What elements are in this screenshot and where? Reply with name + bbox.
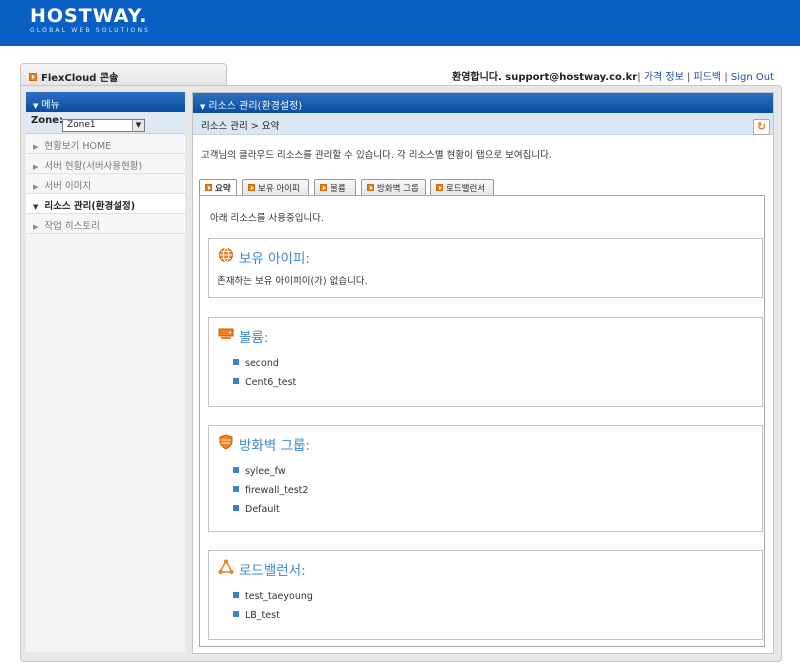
bullet-icon bbox=[233, 592, 239, 598]
pricing-link[interactable]: 가격 정보 bbox=[644, 72, 684, 83]
sidebar-item-server-status[interactable]: ▶ 서버 현황(서버사용현황) bbox=[26, 154, 185, 174]
tab-firewall-group[interactable]: 방화벽 그룹 bbox=[361, 179, 426, 195]
zone-row: Zone: Zone1 ▼ bbox=[26, 112, 185, 134]
section-title: 볼륨: bbox=[239, 330, 269, 346]
collapse-icon[interactable]: ▼ bbox=[200, 103, 205, 111]
list-item: Default bbox=[233, 504, 308, 523]
sidebar-item-label: 서버 현황(서버사용현황) bbox=[44, 161, 143, 172]
breadcrumb: 리소스 관리 > 요약 bbox=[193, 113, 773, 135]
refresh-icon: ↻ bbox=[756, 120, 767, 133]
tab-label: 로드밸런서 bbox=[446, 184, 486, 194]
bullet-icon bbox=[233, 505, 239, 511]
bullet-icon bbox=[233, 359, 239, 365]
bullet-icon bbox=[233, 611, 239, 617]
tab-content: 아래 리소스를 사용중입니다. 보유 아이피: 존재하는 보유 아이피이(가) … bbox=[199, 195, 765, 647]
tab-label: 방화벽 그룹 bbox=[377, 184, 419, 194]
list-item: LB_test bbox=[233, 610, 313, 629]
sidebar-item-task-history[interactable]: ▶ 작업 히스토리 bbox=[26, 214, 185, 234]
zone-label: Zone: bbox=[31, 115, 64, 126]
content-intro: 아래 리소스를 사용중입니다. bbox=[210, 213, 324, 224]
arrow-icon bbox=[248, 184, 255, 191]
section-volume: 볼륨: second Cent6_test bbox=[208, 317, 763, 407]
sidebar-title: 메뉴 bbox=[41, 100, 60, 111]
tab-load-balancer[interactable]: 로드밸런서 bbox=[430, 179, 494, 195]
logo-main: HOSTWAY. bbox=[30, 5, 148, 27]
sign-out-link[interactable]: Sign Out bbox=[731, 72, 774, 83]
collapse-icon[interactable]: ▼ bbox=[33, 102, 38, 110]
tab-summary[interactable]: 요약 bbox=[199, 179, 237, 196]
firewall-list: sylee_fw firewall_test2 Default bbox=[233, 466, 308, 523]
section-firewall-group: 방화벽 그룹: sylee_fw firewall_test2 Default bbox=[208, 425, 763, 532]
list-item: sylee_fw bbox=[233, 466, 308, 485]
tab-owned-ip[interactable]: 보유 아이피 bbox=[242, 179, 309, 195]
chevron-down-icon[interactable]: ▼ bbox=[132, 120, 144, 131]
triangle-right-icon: ▶ bbox=[33, 143, 39, 151]
tab-label: 요약 bbox=[215, 184, 231, 194]
triangle-right-icon: ▶ bbox=[33, 223, 39, 231]
logo-sub: GLOBAL WEB SOLUTIONS bbox=[30, 27, 151, 34]
section-title: 보유 아이피: bbox=[239, 251, 310, 267]
arrow-icon bbox=[320, 184, 327, 191]
hostway-logo[interactable]: HOSTWAY. GLOBAL WEB SOLUTIONS bbox=[30, 6, 150, 34]
sidebar-item-label: 현황보기 HOME bbox=[44, 141, 112, 152]
sidebar-header: ▼ 메뉴 bbox=[26, 92, 185, 112]
sidebar-item-label: 서버 이미지 bbox=[44, 181, 92, 192]
section-load-balancer: 로드밸런서: test_taeyoung LB_test bbox=[208, 550, 763, 640]
arrow-icon bbox=[436, 184, 443, 191]
top-links: 환영합니다. support@hostway.co.kr| 가격 정보 | 피드… bbox=[452, 72, 774, 83]
bullet-icon bbox=[233, 467, 239, 473]
refresh-button[interactable]: ↻ bbox=[753, 119, 770, 135]
empty-ip-text: 존재하는 보유 아이피이(가) 없습니다. bbox=[217, 276, 368, 287]
shield-icon bbox=[219, 434, 233, 450]
load-balancer-icon bbox=[218, 559, 234, 574]
console-tab[interactable]: FlexCloud 콘솔 bbox=[20, 63, 227, 85]
sidebar-item-label: 리소스 관리(환경설정) bbox=[44, 201, 136, 212]
main-title: 리소스 관리(환경설정) bbox=[208, 101, 303, 112]
top-header: HOSTWAY. GLOBAL WEB SOLUTIONS bbox=[0, 0, 800, 46]
triangle-right-icon: ▶ bbox=[33, 163, 39, 171]
section-owned-ip: 보유 아이피: 존재하는 보유 아이피이(가) 없습니다. bbox=[208, 238, 763, 298]
list-item: firewall_test2 bbox=[233, 485, 308, 504]
list-item: Cent6_test bbox=[233, 377, 296, 396]
sidebar-item-label: 작업 히스토리 bbox=[44, 221, 100, 232]
triangle-right-icon: ▶ bbox=[33, 183, 39, 191]
arrow-icon bbox=[29, 73, 37, 81]
sidebar-item-home[interactable]: ▶ 현황보기 HOME bbox=[26, 134, 185, 154]
arrow-icon bbox=[205, 184, 212, 191]
bullet-icon bbox=[233, 486, 239, 492]
volume-icon bbox=[218, 328, 234, 339]
console-tab-label: FlexCloud 콘솔 bbox=[41, 73, 119, 84]
triangle-down-icon: ▼ bbox=[33, 203, 39, 211]
volume-list: second Cent6_test bbox=[233, 358, 296, 396]
zone-select[interactable]: Zone1 ▼ bbox=[62, 119, 145, 132]
feedback-link[interactable]: 피드백 bbox=[694, 72, 722, 83]
welcome-text: 환영합니다. support@hostway.co.kr bbox=[452, 72, 638, 83]
tab-label: 보유 아이피 bbox=[258, 184, 300, 194]
zone-value: Zone1 bbox=[67, 120, 96, 130]
breadcrumb-text: 리소스 관리 > 요약 bbox=[201, 121, 280, 132]
list-item: test_taeyoung bbox=[233, 591, 313, 610]
main-panel: ▼ 리소스 관리(환경설정) 리소스 관리 > 요약 ↻ 고객님의 클라우드 리소… bbox=[192, 92, 774, 654]
globe-icon bbox=[219, 248, 233, 262]
sidebar-item-resource-management[interactable]: ▼ 리소스 관리(환경설정) bbox=[26, 194, 185, 214]
sidebar: ▼ 메뉴 Zone: Zone1 ▼ ▶ 현황보기 HOME ▶ 서버 현황(서버사용… bbox=[26, 92, 185, 652]
arrow-icon bbox=[367, 184, 374, 191]
load-balancer-list: test_taeyoung LB_test bbox=[233, 591, 313, 629]
page-description: 고객님의 클라우드 리소스를 관리할 수 있습니다. 각 리소스별 현황이 탭으… bbox=[201, 150, 552, 161]
tab-volume[interactable]: 볼륨 bbox=[314, 179, 356, 195]
list-item: second bbox=[233, 358, 296, 377]
sidebar-item-server-image[interactable]: ▶ 서버 이미지 bbox=[26, 174, 185, 194]
main-header: ▼ 리소스 관리(환경설정) bbox=[193, 93, 773, 113]
tab-label: 볼륨 bbox=[330, 184, 346, 194]
bullet-icon bbox=[233, 378, 239, 384]
section-title: 로드밸런서: bbox=[239, 563, 306, 579]
section-title: 방화벽 그룹: bbox=[239, 438, 310, 454]
